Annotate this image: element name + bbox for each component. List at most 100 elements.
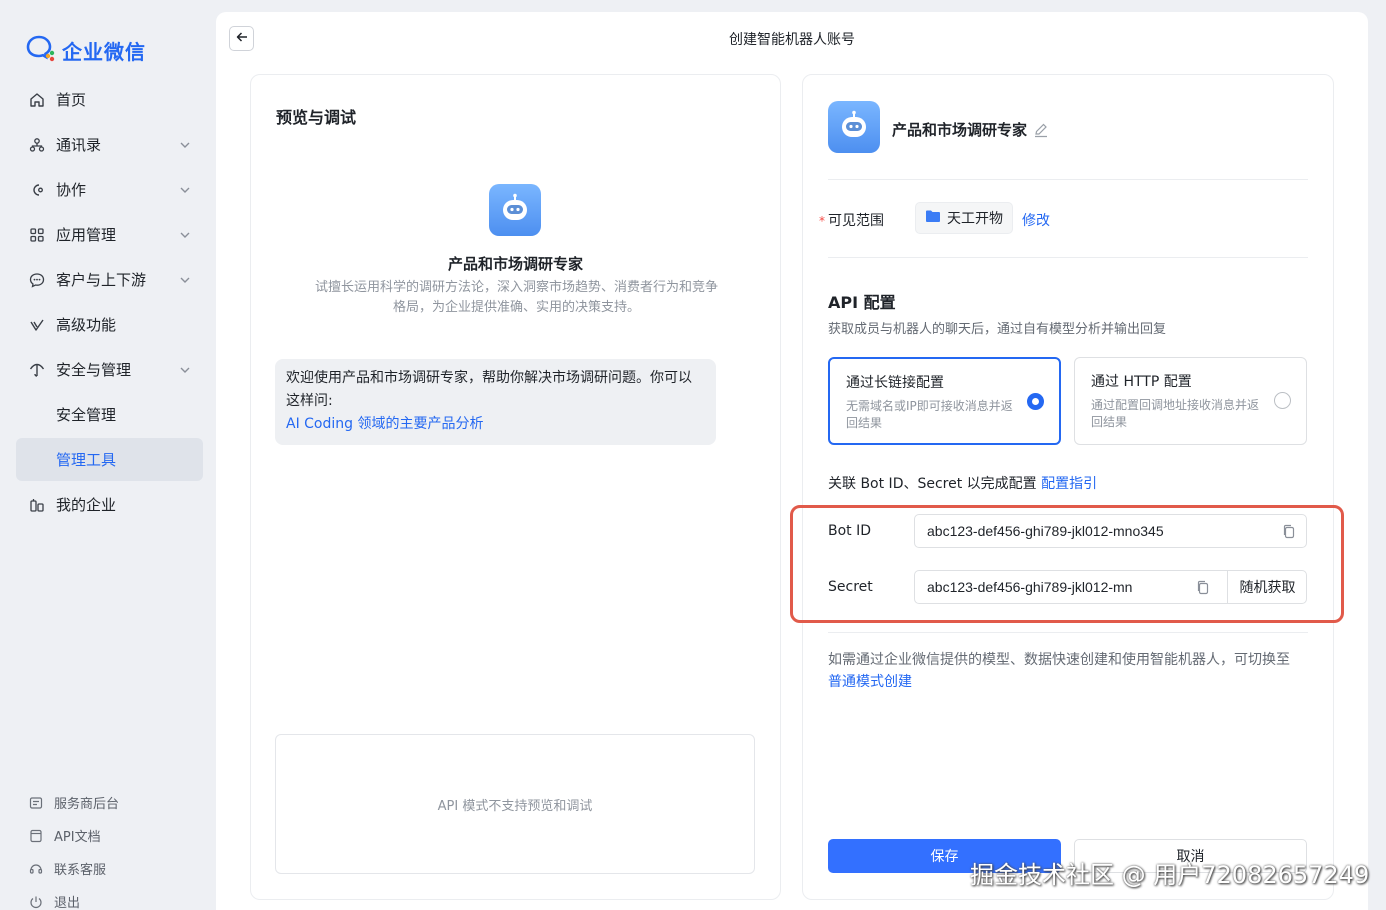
- robot-icon: [503, 193, 527, 220]
- visibility-scope-tag: 天工开物: [915, 202, 1013, 234]
- visibility-scope-label: * 可见范围: [819, 213, 884, 229]
- bot-name: 产品和市场调研专家: [447, 255, 583, 273]
- random-generate-button[interactable]: 随机获取: [1227, 570, 1307, 604]
- sidebar-item-contacts[interactable]: 通讯录: [16, 123, 203, 166]
- doc-icon: [28, 828, 44, 844]
- sidebar-item-label: 我的企业: [56, 496, 117, 514]
- radio-unselected[interactable]: [1274, 392, 1291, 409]
- config-panel: 产品和市场调研专家 * 可见范围 天工开物 修改 API 配置 获取成员与机器人的…: [802, 74, 1334, 900]
- sidebar-item-security-management[interactable]: 安全管理: [16, 393, 203, 436]
- apps-icon: [28, 226, 46, 244]
- suggested-question-link[interactable]: AI Coding 领域的主要产品分析: [286, 413, 705, 436]
- option-description: 无需域名或IP即可接收消息并返回结果: [846, 399, 1013, 430]
- option-title: 通过长链接配置: [846, 375, 944, 391]
- sidebar-bottom-nav: 服务商后台 API文档 联系客服 退出: [28, 786, 119, 910]
- chevron-down-icon: [179, 227, 191, 245]
- bot-id-value: abc123-def456-ghi789-jkl012-mno345: [927, 523, 1164, 539]
- sidebar-item-api-docs[interactable]: API文档: [28, 819, 119, 852]
- logo[interactable]: 企业微信: [26, 34, 146, 66]
- page-title: 创建智能机器人账号: [729, 32, 855, 48]
- watermark: 掘金技术社区 @ 用户72082657249: [970, 861, 1370, 889]
- sidebar-item-label: 协作: [56, 181, 87, 199]
- security-icon: [28, 361, 46, 379]
- preview-unavailable-box: API 模式不支持预览和调试: [275, 734, 755, 874]
- enterprise-icon: [28, 496, 46, 514]
- chat-icon: [28, 271, 46, 289]
- home-icon: [28, 91, 46, 109]
- config-guide-link[interactable]: 配置指引: [1041, 476, 1097, 492]
- chevron-down-icon: [179, 137, 191, 155]
- option-description: 通过配置回调地址接收消息并返回结果: [1091, 398, 1260, 429]
- edit-icon[interactable]: [1033, 122, 1049, 138]
- preview-title: 预览与调试: [276, 108, 357, 127]
- sidebar-item-label: 管理工具: [56, 451, 117, 469]
- sidebar-item-label: 应用管理: [56, 226, 117, 244]
- secret-field[interactable]: abc123-def456-ghi789-jkl012-mn 随机获取: [914, 570, 1307, 604]
- long-connection-option[interactable]: 通过长链接配置 无需域名或IP即可接收消息并返回结果: [828, 357, 1061, 445]
- sidebar-item-support[interactable]: 联系客服: [28, 852, 119, 885]
- modify-scope-link[interactable]: 修改: [1022, 210, 1050, 230]
- sidebar-item-label: 客户与上下游: [56, 271, 147, 289]
- normal-mode-link[interactable]: 普通模式创建: [828, 674, 912, 690]
- sidebar-item-apps[interactable]: 应用管理: [16, 213, 203, 256]
- preview-panel: 预览与调试 产品和市场调研专家 试擅长运用科学的调研方法论，深入洞察市场趋势、消…: [250, 74, 781, 900]
- sidebar-item-collaboration[interactable]: 协作: [16, 168, 203, 211]
- switch-mode-note: 如需通过企业微信提供的模型、数据快速创建和使用智能机器人，可切换至 普通模式创建: [828, 652, 1290, 690]
- secret-label: Secret: [828, 579, 873, 595]
- sidebar-item-advanced[interactable]: 高级功能: [16, 303, 203, 346]
- bot-name: 产品和市场调研专家: [892, 121, 1028, 139]
- robot-icon: [842, 110, 866, 137]
- option-title: 通过 HTTP 配置: [1091, 374, 1192, 390]
- http-config-option[interactable]: 通过 HTTP 配置 通过配置回调地址接收消息并返回结果: [1074, 357, 1307, 445]
- sidebar-item-label: 安全管理: [56, 406, 117, 424]
- api-config-title: API 配置: [828, 293, 896, 312]
- sidebar-item-my-enterprise[interactable]: 我的企业: [16, 483, 203, 526]
- sidebar-item-label: 安全与管理: [56, 361, 132, 379]
- wecom-logo-icon: [26, 34, 56, 66]
- chevron-down-icon: [179, 272, 191, 290]
- logout-icon: [28, 894, 44, 910]
- api-config-description: 获取成员与机器人的聊天后，通过自有模型分析并输出回复: [828, 322, 1167, 337]
- bot-id-field[interactable]: abc123-def456-ghi789-jkl012-mno345: [914, 514, 1307, 548]
- sidebar-item-label: API文档: [54, 830, 101, 845]
- sidebar-item-provider[interactable]: 服务商后台: [28, 786, 119, 819]
- main-content: 创建智能机器人账号 预览与调试 产品和市场调研专家 试擅长运用科学的调研方法论，…: [216, 12, 1368, 910]
- sidebar-item-security[interactable]: 安全与管理: [16, 348, 203, 391]
- divider: [828, 632, 1308, 633]
- sidebar-item-logout[interactable]: 退出: [28, 885, 119, 910]
- bot-avatar: [489, 184, 541, 236]
- divider: [828, 179, 1308, 180]
- brand-name: 企业微信: [62, 39, 146, 64]
- sidebar-item-label: 联系客服: [54, 863, 107, 878]
- sidebar-item-label: 服务商后台: [54, 797, 120, 812]
- advanced-icon: [28, 316, 46, 334]
- sidebar-item-customers[interactable]: 客户与上下游: [16, 258, 203, 301]
- divider: [828, 257, 1308, 258]
- sidebar-item-label: 高级功能: [56, 316, 117, 334]
- sidebar-item-label: 退出: [54, 896, 81, 910]
- preview-unavailable-text: API 模式不支持预览和调试: [437, 798, 593, 814]
- contacts-icon: [28, 136, 46, 154]
- sidebar-nav: 首页 通讯录 协作 应用管理 客户与上下游 高级功能 安全与管理 安全管理 管理…: [16, 78, 203, 528]
- sidebar-item-label: 通讯录: [56, 136, 102, 154]
- bot-avatar[interactable]: [828, 101, 880, 153]
- bot-description: 试擅长运用科学的调研方法论，深入洞察市场趋势、消费者行为和竞争格局，为企业提供准…: [314, 280, 718, 315]
- sidebar: 企业微信 首页 通讯录 协作 应用管理 客户与上下游 高级功能 安全与管理 安全…: [0, 0, 216, 910]
- radio-selected[interactable]: [1027, 393, 1044, 410]
- copy-icon[interactable]: [1282, 524, 1296, 539]
- welcome-message: 欢迎使用产品和市场调研专家，帮助你解决市场调研问题。你可以这样问: AI Cod…: [275, 359, 716, 445]
- collaboration-icon: [28, 181, 46, 199]
- folder-icon: [925, 209, 941, 227]
- required-mark: *: [819, 214, 825, 228]
- welcome-text: 欢迎使用产品和市场调研专家，帮助你解决市场调研问题。你可以这样问:: [286, 370, 692, 409]
- sidebar-item-home[interactable]: 首页: [16, 78, 203, 121]
- secret-value: abc123-def456-ghi789-jkl012-mn: [927, 579, 1133, 595]
- support-icon: [28, 861, 44, 877]
- chevron-down-icon: [179, 182, 191, 200]
- provider-icon: [28, 795, 44, 811]
- bot-name-header: 产品和市场调研专家: [892, 119, 1049, 140]
- copy-icon[interactable]: [1196, 580, 1210, 595]
- bind-instruction: 关联 Bot ID、Secret 以完成配置 配置指引: [828, 476, 1098, 492]
- bot-id-label: Bot ID: [828, 523, 872, 539]
- sidebar-item-management-tools[interactable]: 管理工具: [16, 438, 203, 481]
